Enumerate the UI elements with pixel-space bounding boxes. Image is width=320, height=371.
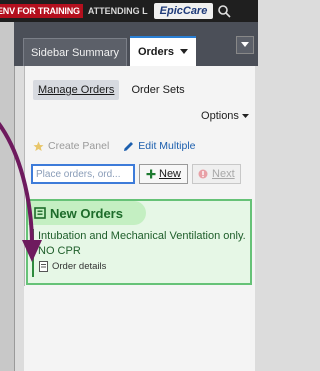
order-item[interactable]: Intubation and Mechanical Ventilation on… xyxy=(38,229,248,259)
order-entry-row: New Next xyxy=(31,164,241,184)
chevron-down-icon xyxy=(242,114,249,118)
edit-multiple-label: Edit Multiple xyxy=(138,140,196,152)
attending-label: ATTENDING L xyxy=(87,6,148,16)
tab-sidebar-summary-label: Sidebar Summary xyxy=(30,46,120,59)
new-order-button[interactable]: New xyxy=(139,164,189,184)
plus-icon xyxy=(146,169,156,179)
edit-multiple-button[interactable]: Edit Multiple xyxy=(123,140,196,152)
orders-toolbar: Create Panel Edit Multiple xyxy=(33,140,196,152)
tab-manage-orders[interactable]: Manage Orders xyxy=(33,80,120,100)
options-label: Options xyxy=(201,110,239,122)
left-activity-strip xyxy=(0,22,15,371)
top-bar: ENV FOR TRAINING ATTENDING L EpicCare xyxy=(0,0,258,22)
sidebar-tab-bar: Sidebar Summary Orders xyxy=(14,22,258,66)
tab-sidebar-summary[interactable]: Sidebar Summary xyxy=(23,38,127,66)
orders-subtabs: Manage Orders Order Sets xyxy=(33,80,187,100)
alert-icon xyxy=(198,169,208,179)
star-icon xyxy=(33,141,44,151)
document-icon xyxy=(39,261,48,272)
new-orders-header: New Orders xyxy=(28,201,146,225)
orders-empty-area xyxy=(24,286,254,371)
search-icon[interactable] xyxy=(217,4,231,18)
new-button-label: New xyxy=(159,168,182,180)
order-details-label: Order details xyxy=(52,261,107,272)
environment-badge: ENV FOR TRAINING xyxy=(0,4,83,18)
new-orders-title: New Orders xyxy=(50,205,123,221)
chevron-down-icon xyxy=(241,42,249,47)
order-indicator-bar xyxy=(32,229,34,277)
epiccare-logo: EpicCare xyxy=(153,3,214,19)
next-button[interactable]: Next xyxy=(192,164,241,184)
options-menu[interactable]: Options xyxy=(201,110,249,122)
tab-order-sets[interactable]: Order Sets xyxy=(129,80,186,100)
pencil-icon xyxy=(124,141,134,151)
tab-orders-label: Orders xyxy=(137,46,175,58)
tab-orders[interactable]: Orders xyxy=(130,36,196,66)
order-details-link[interactable]: Order details xyxy=(38,261,106,272)
new-orders-section: New Orders Intubation and Mechanical Ven… xyxy=(26,199,252,285)
order-form-icon xyxy=(34,207,46,219)
sidebar-menu-button[interactable] xyxy=(236,36,254,54)
next-button-label: Next xyxy=(212,168,235,180)
create-panel-button[interactable]: Create Panel xyxy=(33,140,109,152)
order-search-input[interactable] xyxy=(31,164,135,184)
chevron-down-icon[interactable] xyxy=(180,46,189,58)
create-panel-label: Create Panel xyxy=(48,140,110,152)
